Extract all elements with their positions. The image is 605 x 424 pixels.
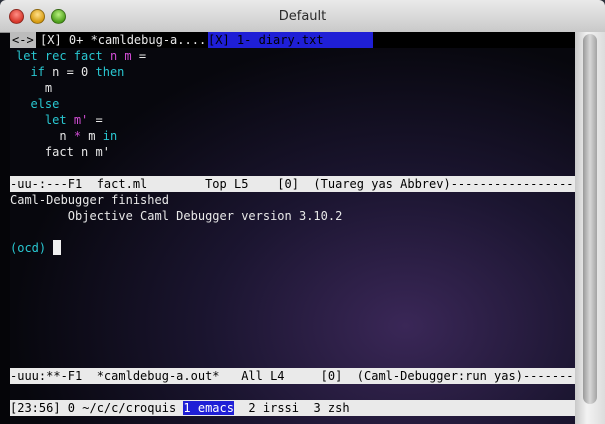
variable: m' <box>73 113 89 127</box>
code-text: fact n m' <box>44 145 110 159</box>
screen-status-bar: [23:56] 0 ~/c/c/croquis 1 emacs 2 irssi … <box>10 400 575 416</box>
code-line: else <box>16 96 581 112</box>
debugger-finished: Caml-Debugger finished <box>10 193 169 207</box>
scrollbar-thumb[interactable] <box>583 34 597 404</box>
code-text: n <box>59 129 67 143</box>
keyword: else <box>30 97 60 111</box>
function-args: n m <box>109 49 132 63</box>
code-line: let m' = <box>16 112 581 128</box>
ocd-prompt: (ocd) <box>10 241 47 255</box>
title-bar[interactable]: Default <box>0 0 605 33</box>
status-time: [23:56] 0 ~/c/c/croquis <box>10 401 184 415</box>
code-line: fact n m' <box>16 144 581 160</box>
keyword: if <box>30 65 45 79</box>
keyword: let rec fact <box>16 49 103 63</box>
code-line: m <box>16 80 581 96</box>
condition: n = 0 <box>52 65 89 79</box>
tab-scroll-indicator[interactable]: <-> <box>10 32 36 48</box>
window-list[interactable]: 2 irssi 3 zsh <box>234 401 349 415</box>
vertical-scrollbar[interactable] <box>575 32 605 424</box>
code-text: m <box>88 129 96 143</box>
keyword: let <box>44 113 67 127</box>
operator: = <box>131 49 147 63</box>
debugger-version: Objective Caml Debugger version 3.10.2 <box>10 209 343 223</box>
prompt-line[interactable]: (ocd) <box>10 240 575 256</box>
terminal-content[interactable]: <-> [X] 0+ *camldebug-a.... [X] 1- diary… <box>10 32 596 424</box>
operator: = <box>88 113 103 127</box>
tab-diary[interactable]: [X] 1- diary.txt <box>208 32 373 48</box>
window-title: Default <box>278 9 327 24</box>
tab-bar: <-> [X] 0+ *camldebug-a.... [X] 1- diary… <box>10 32 575 48</box>
operator: * <box>73 129 82 143</box>
code-line: let rec fact n m = <box>16 48 581 64</box>
code-line: if n = 0 then <box>16 64 581 80</box>
code-text: m <box>44 81 53 95</box>
window-emacs[interactable]: 1 emacs <box>183 401 234 415</box>
terminal-window: Default <-> [X] 0+ *camldebug-a.... [X] … <box>0 0 605 424</box>
code-line: n * m in <box>16 128 581 144</box>
text-cursor <box>53 240 62 255</box>
keyword: then <box>95 65 125 79</box>
modeline-top: -uu-:---F1 fact.ml Top L5 [0] (Tuareg ya… <box>10 176 581 192</box>
tab-camldebug[interactable]: [X] 0+ *camldebug-a.... <box>40 32 206 48</box>
modeline-bottom: -uuu:**-F1 *camldebug-a.out* All L4 [0] … <box>10 368 596 384</box>
keyword: in <box>102 129 118 143</box>
